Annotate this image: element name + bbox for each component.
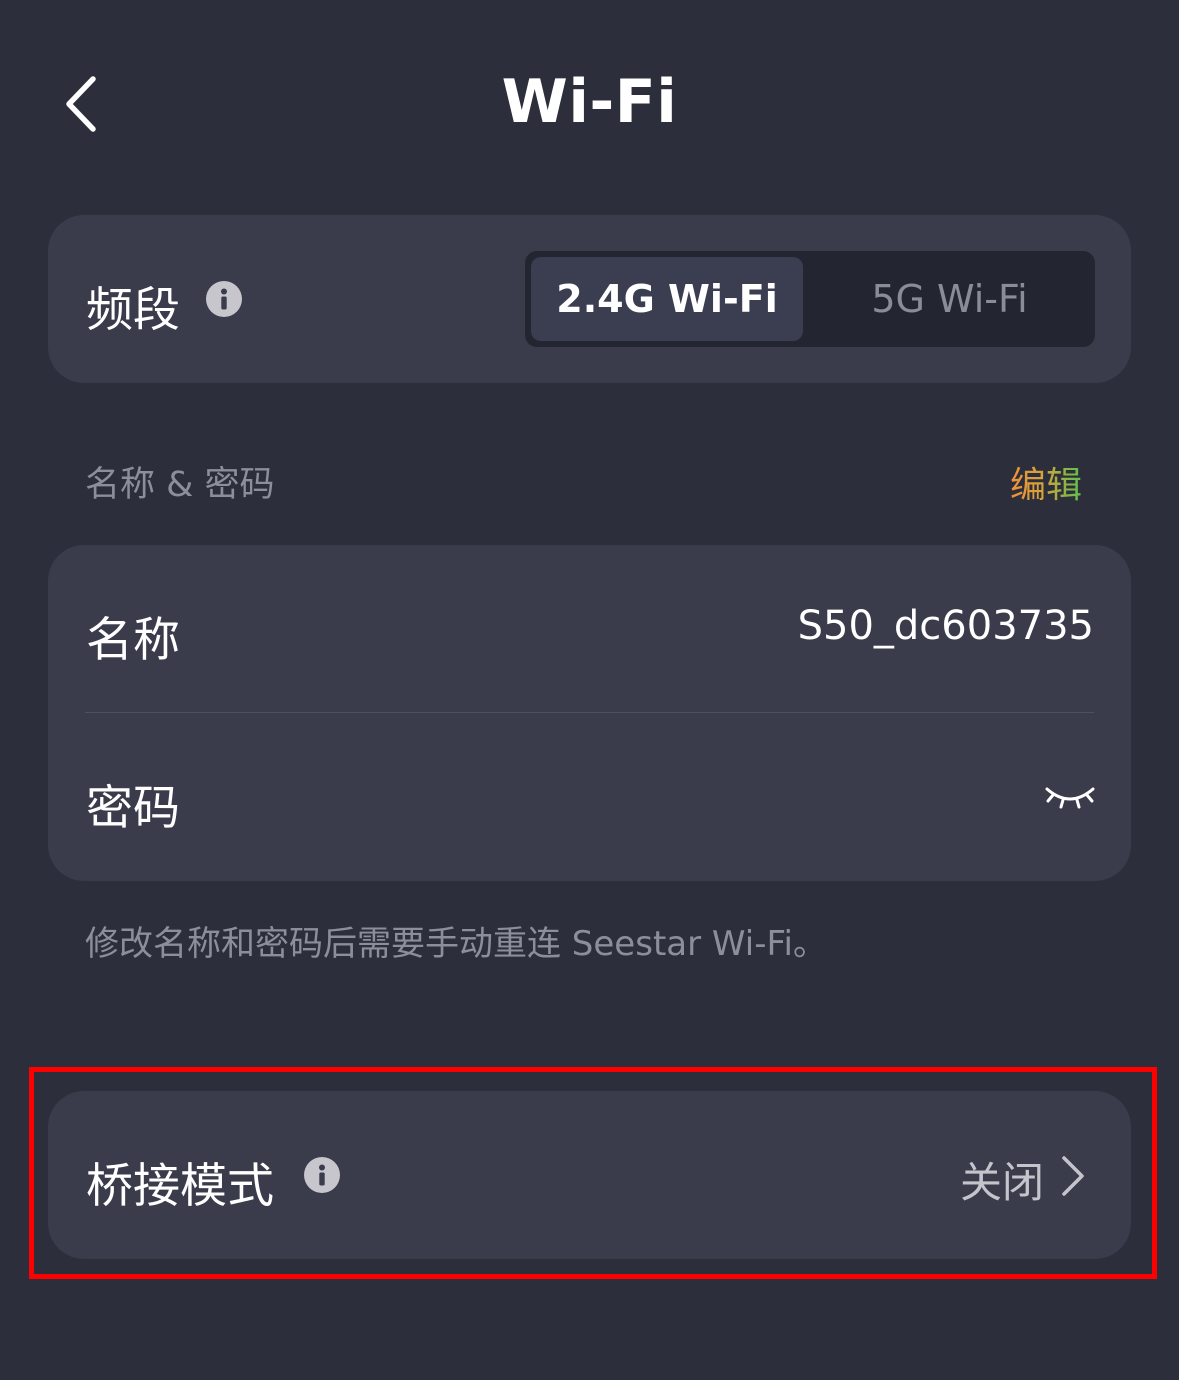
chevron-right-icon [1062,1156,1084,1196]
reconnect-hint: 修改名称和密码后需要手动重连 Seestar Wi-Fi。 [85,924,828,964]
bridge-mode-row[interactable]: 桥接模式 关闭 [48,1091,1131,1259]
password-label: 密码 [86,781,180,836]
edit-button[interactable]: 编辑 [1010,456,1082,508]
page-title: Wi-Fi [501,67,678,137]
eye-closed-icon [1045,787,1095,809]
name-label: 名称 [86,613,180,668]
divider [85,712,1094,713]
password-visibility-toggle[interactable] [1044,779,1096,815]
wifi-name-value: S50_dc603735 [797,603,1094,649]
band-segmented-control: 2.4G Wi-Fi 5G Wi-Fi [525,251,1095,347]
credentials-section-label: 名称 & 密码 [85,465,275,505]
info-icon[interactable] [304,1157,340,1193]
segment-5g[interactable]: 5G Wi-Fi [810,257,1089,341]
bridge-mode-status: 关闭 [959,1158,1044,1207]
info-icon[interactable] [206,281,242,317]
band-label: 频段 [86,283,180,338]
segment-2-4g[interactable]: 2.4G Wi-Fi [531,257,803,341]
credentials-card: 名称 S50_dc603735 密码 [48,545,1131,881]
bridge-mode-label: 桥接模式 [86,1159,274,1214]
band-card: 频段 2.4G Wi-Fi 5G Wi-Fi [48,215,1131,383]
